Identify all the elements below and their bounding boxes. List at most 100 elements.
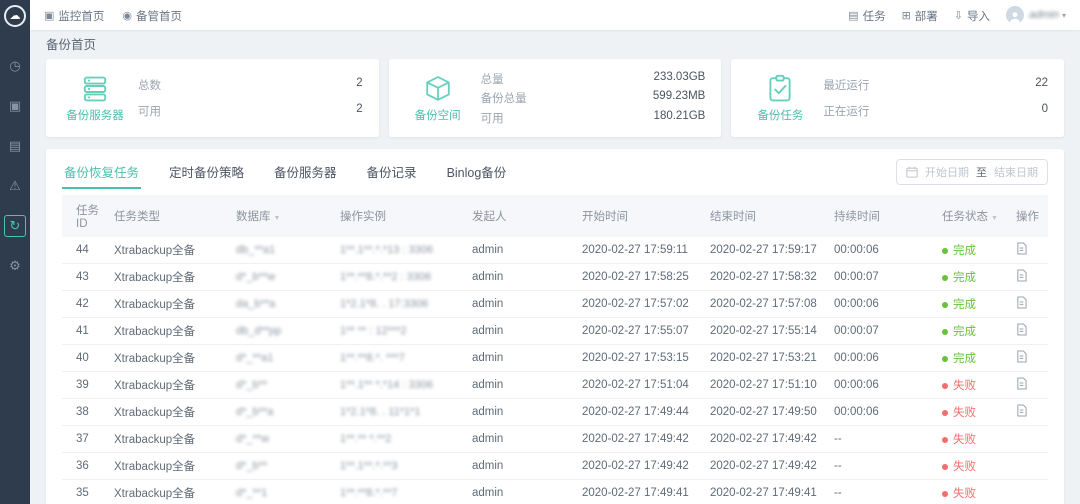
- breadcrumb-row: 备份首页: [30, 30, 1080, 57]
- date-separator: 至: [976, 164, 987, 180]
- tab-4[interactable]: 备份记录: [365, 162, 419, 189]
- monitor-icon[interactable]: ▣: [4, 95, 26, 117]
- log-icon: [1016, 242, 1027, 255]
- tab-1[interactable]: 备份恢复任务: [62, 162, 141, 189]
- cell-task-type: Xtrabackup全备: [110, 372, 232, 399]
- backup-icon[interactable]: ↻: [4, 215, 26, 237]
- import-icon: ⇩: [954, 9, 963, 22]
- cell-task-id: 40: [62, 345, 110, 372]
- cell-initiator: admin: [468, 345, 578, 372]
- status-badge: 失败: [938, 453, 1012, 480]
- cell-database: d*_b**: [232, 372, 336, 399]
- sidebar: ☁ ◷ ▣ ▤ ⚠ ↻ ⚙: [0, 0, 30, 504]
- cell-task-type: Xtrabackup全备: [110, 291, 232, 318]
- stat-value: 180.21GB: [654, 110, 706, 126]
- cloud-logo-icon[interactable]: ☁: [4, 5, 26, 27]
- cell-task-id: 35: [62, 480, 110, 504]
- cell-database: d*_**a1: [232, 345, 336, 372]
- topbar-action-2[interactable]: ⊞ 部署: [902, 8, 938, 24]
- status-badge: 完成: [938, 291, 1012, 318]
- log-icon: [1016, 269, 1027, 282]
- stat-label: 可用: [481, 110, 504, 126]
- alarm-icon[interactable]: ⚠: [4, 175, 26, 197]
- table-row: 41Xtrabackup全备db_d**pp1** ** : 12***2adm…: [62, 318, 1048, 345]
- cell-start-time: 2020-02-27 17:49:42: [578, 426, 706, 453]
- person-icon: [1008, 10, 1022, 24]
- cell-end-time: 2020-02-27 17:49:42: [706, 453, 830, 480]
- view-log-button[interactable]: [1016, 242, 1027, 258]
- cell-task-id: 38: [62, 399, 110, 426]
- tab-2[interactable]: 定时备份策略: [167, 162, 246, 189]
- topnav-item-2[interactable]: ◉备管首页: [122, 8, 182, 24]
- date-range-picker[interactable]: 开始日期 至 结束日期: [896, 159, 1048, 185]
- cell-operation: [1012, 237, 1048, 264]
- topnav-item-label: 备管首页: [136, 8, 182, 24]
- view-log-button[interactable]: [1016, 377, 1027, 393]
- cell-task-id: 44: [62, 237, 110, 264]
- main-area: ▣监控首页◉备管首页 ▤任务⊞部署⇩导入 admin ▾ 备份首页 备份服务器 …: [30, 0, 1080, 504]
- page-title: 备份首页: [46, 34, 96, 53]
- tab-5[interactable]: Binlog备份: [445, 162, 509, 189]
- filter-icon[interactable]: ▼: [991, 215, 998, 222]
- cell-start-time: 2020-02-27 17:49:44: [578, 399, 706, 426]
- stat-label: 总数: [138, 77, 161, 93]
- stat-value: 0: [1042, 103, 1048, 119]
- topbar-action-1[interactable]: ▤任务: [848, 8, 885, 24]
- cell-initiator: admin: [468, 264, 578, 291]
- clipboard-icon: [765, 74, 795, 104]
- summary-card-3: 备份任务 最近运行 22 正在运行 0: [731, 59, 1064, 137]
- cell-operation: [1012, 318, 1048, 345]
- cell-initiator: admin: [468, 399, 578, 426]
- cell-duration: 00:00:06: [830, 237, 938, 264]
- table-row: 35Xtrabackup全备d*_**11**.**8.*.**7admin20…: [62, 480, 1048, 504]
- cell-duration: 00:00:06: [830, 372, 938, 399]
- cell-duration: 00:00:07: [830, 264, 938, 291]
- cell-end-time: 2020-02-27 17:49:50: [706, 399, 830, 426]
- log-icon: [1016, 323, 1027, 336]
- view-log-button[interactable]: [1016, 269, 1027, 285]
- stat-value: 233.03GB: [654, 71, 706, 87]
- cell-operation: [1012, 480, 1048, 504]
- topnav-item-1[interactable]: ▣监控首页: [44, 8, 104, 24]
- cell-instance: 1*2.1*8. . 11*1*1: [336, 399, 468, 426]
- clock-icon[interactable]: ◷: [4, 55, 26, 77]
- column-header: 发起人: [468, 195, 578, 237]
- cell-task-type: Xtrabackup全备: [110, 237, 232, 264]
- cell-end-time: 2020-02-27 17:57:08: [706, 291, 830, 318]
- column-header: 结束时间: [706, 195, 830, 237]
- log-icon: [1016, 377, 1027, 390]
- deploy-icon: ⊞: [902, 9, 911, 22]
- tab-3[interactable]: 备份服务器: [272, 162, 339, 189]
- monitor-home-icon: ▣: [44, 9, 54, 22]
- cell-database: d*_**w: [232, 426, 336, 453]
- chevron-down-icon[interactable]: ▾: [1062, 11, 1066, 20]
- cell-task-type: Xtrabackup全备: [110, 480, 232, 504]
- view-log-button[interactable]: [1016, 350, 1027, 366]
- cell-end-time: 2020-02-27 17:59:17: [706, 237, 830, 264]
- view-log-button[interactable]: [1016, 296, 1027, 312]
- gear-icon[interactable]: ⚙: [4, 255, 26, 277]
- cell-task-id: 36: [62, 453, 110, 480]
- chart-card-icon[interactable]: ▤: [4, 135, 26, 157]
- cell-end-time: 2020-02-27 17:53:21: [706, 345, 830, 372]
- cell-end-time: 2020-02-27 17:51:10: [706, 372, 830, 399]
- topbar-action-label: 部署: [915, 8, 938, 24]
- user-avatar[interactable]: [1006, 6, 1024, 24]
- user-name[interactable]: admin: [1029, 9, 1059, 21]
- view-log-button[interactable]: [1016, 323, 1027, 339]
- cell-initiator: admin: [468, 426, 578, 453]
- end-date-input[interactable]: 结束日期: [994, 164, 1038, 180]
- stat-value: 599.23MB: [653, 90, 705, 106]
- column-header: 任务状态▼: [938, 195, 1012, 237]
- topbar-action-3[interactable]: ⇩导入: [954, 8, 990, 24]
- filter-icon[interactable]: ▼: [274, 215, 281, 222]
- card-stat-row: 正在运行 0: [823, 103, 1048, 119]
- cell-instance: 1**.1**.*.*13 : 3306: [336, 237, 468, 264]
- cell-start-time: 2020-02-27 17:55:07: [578, 318, 706, 345]
- table-row: 43Xtrabackup全备d*_b**w1**.**8.*.**2 : 330…: [62, 264, 1048, 291]
- cell-instance: 1**.**8.*.**7: [336, 480, 468, 504]
- column-header: 开始时间: [578, 195, 706, 237]
- cell-task-id: 42: [62, 291, 110, 318]
- start-date-input[interactable]: 开始日期: [925, 164, 969, 180]
- view-log-button[interactable]: [1016, 404, 1027, 420]
